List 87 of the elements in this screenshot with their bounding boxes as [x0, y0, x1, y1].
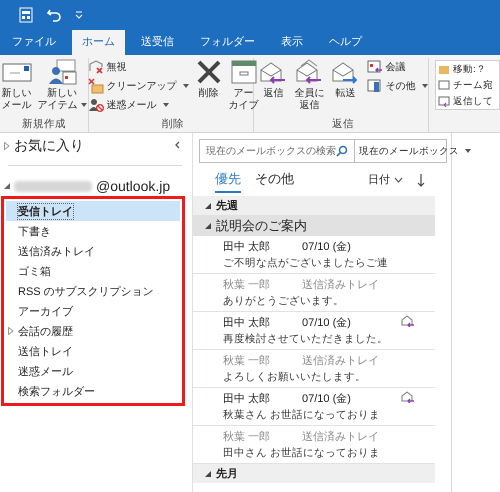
inbox-tab[interactable]: その他: [255, 170, 294, 193]
sender-name: 秋葉 一郎: [223, 354, 272, 368]
folder-item[interactable]: アーカイブ: [6, 301, 180, 321]
send-receive-icon[interactable]: [18, 7, 34, 23]
date-group-header[interactable]: 先週: [193, 196, 435, 215]
sender-name: 秋葉 一郎: [223, 278, 272, 292]
message-item[interactable]: 秋葉 一郎 送信済みトレイ よろしくお願いいたします。: [193, 350, 435, 388]
ribbon-button[interactable]: その他: [364, 77, 430, 95]
message-item[interactable]: 田中 太郎 07/10 (金) ご不明な点がございましたらご連: [193, 236, 435, 274]
meeting-icon: [366, 59, 382, 75]
folder-item[interactable]: 受信トレイ: [6, 201, 180, 221]
ribbon-button[interactable]: 迷惑メール: [86, 96, 190, 114]
collapse-pane-icon[interactable]: [174, 141, 180, 149]
message-preview: よろしくお願いいたします。: [223, 370, 367, 384]
ignore-icon: [88, 59, 104, 75]
quick-step[interactable]: チーム宛: [438, 78, 497, 92]
quick-step[interactable]: 返信して: [438, 94, 497, 108]
expander-icon: [8, 327, 14, 335]
ribbon-button[interactable]: 全員に 返信: [292, 58, 326, 113]
ribbon-tab[interactable]: ホーム: [72, 30, 125, 55]
sort-order-arrow-icon[interactable]: [417, 174, 425, 187]
new-item-button[interactable]: 新しい アイテム: [36, 58, 88, 113]
folder-item[interactable]: 送信済みトレイ: [6, 241, 180, 261]
caret-icon: [422, 84, 428, 88]
folder-name: 送信済みトレイ: [302, 354, 379, 368]
search-field[interactable]: 現在のメールボックスの検索: [200, 140, 355, 162]
ribbon-button[interactable]: 転送: [328, 58, 362, 101]
search-icon: [336, 145, 348, 157]
group-label: 返信: [332, 117, 354, 132]
archive-box-icon: [230, 59, 258, 85]
person-calendar-icon: [47, 59, 77, 85]
folder-item[interactable]: 下書き: [6, 221, 180, 241]
folder-item[interactable]: 送信トレイ: [6, 341, 180, 361]
ribbon-button[interactable]: 無視: [86, 58, 190, 76]
caret-icon: [80, 103, 86, 108]
sort-dropdown[interactable]: 日付: [368, 172, 403, 193]
favorites-header[interactable]: お気に入り: [4, 133, 186, 159]
quick-step[interactable]: 移動: ?: [438, 62, 497, 76]
message-preview: 田中さん お世話になっておりま: [223, 446, 381, 460]
ribbon-tab[interactable]: ファイル: [2, 30, 66, 55]
caret-icon: [465, 149, 471, 153]
folder-item[interactable]: 会話の履歴: [6, 321, 180, 341]
group-label: 削除: [162, 117, 184, 132]
sender-name: 田中 太郎: [223, 240, 272, 254]
ribbon-button[interactable]: クリーンアップ: [86, 77, 190, 95]
ribbon-button[interactable]: 会議: [364, 58, 430, 76]
new-mail-button[interactable]: 新しい メール: [0, 58, 34, 113]
sender-name: 田中 太郎: [223, 392, 272, 406]
cleanup-icon: [88, 78, 104, 94]
delete-button[interactable]: 削除: [192, 58, 224, 101]
scope-dropdown[interactable]: 現在のメールボックス: [355, 140, 475, 162]
conversation-header[interactable]: 説明会のご案内: [193, 215, 435, 236]
folder-icon: [438, 63, 450, 75]
caret-icon: [162, 103, 168, 107]
date-group-header[interactable]: 先月: [193, 464, 435, 483]
sender-name: 秋葉 一郎: [223, 430, 272, 444]
ribbon-tab[interactable]: フォルダー: [190, 30, 265, 55]
message-date: 07/10 (金): [302, 240, 351, 254]
message-preview: 秋葉さん お世話になっておりま: [223, 408, 381, 422]
undo-icon[interactable]: [46, 7, 62, 23]
message-item[interactable]: 田中 太郎 07/10 (金) 秋葉さん お世話になっておりま: [193, 388, 435, 426]
caret-icon: [182, 84, 188, 88]
folder-item[interactable]: 迷惑メール: [6, 361, 180, 381]
folder-name: 送信済みトレイ: [302, 278, 379, 292]
message-preview: ありがとうございます。: [223, 294, 345, 308]
account-header[interactable]: @outlook.jp: [4, 176, 186, 196]
folder-item[interactable]: ゴミ箱: [6, 261, 180, 281]
junk-mail-icon: [88, 97, 104, 113]
ribbon-tab[interactable]: 送受信: [131, 30, 184, 55]
message-preview: 再度検討させていただきました。: [223, 332, 389, 346]
group-label: 新規作成: [22, 117, 66, 132]
customize-caret-icon[interactable]: [74, 10, 84, 20]
ribbon-tab[interactable]: 表示: [271, 30, 313, 55]
message-preview: ご不明な点がございましたらご連: [223, 256, 389, 270]
folder-item[interactable]: 検索フォルダー: [6, 381, 180, 401]
message-item[interactable]: 田中 太郎 07/10 (金) 再度検討させていただきました。: [193, 312, 435, 350]
ribbon-tab[interactable]: ヘルプ: [319, 30, 372, 55]
chevron-icon: [394, 176, 403, 182]
inbox-tab[interactable]: 優先: [215, 170, 241, 193]
message-item[interactable]: 秋葉 一郎 送信済みトレイ ありがとうございます。: [193, 274, 435, 312]
folder-item[interactable]: RSS のサブスクリプション: [6, 281, 180, 301]
message-date: 07/10 (金): [302, 392, 351, 406]
sender-name: 田中 太郎: [223, 316, 272, 330]
folder-name: 送信済みトレイ: [302, 430, 379, 444]
delete-icon: [194, 59, 222, 85]
message-date: 07/10 (金): [302, 316, 351, 330]
more-icon: [366, 78, 382, 94]
